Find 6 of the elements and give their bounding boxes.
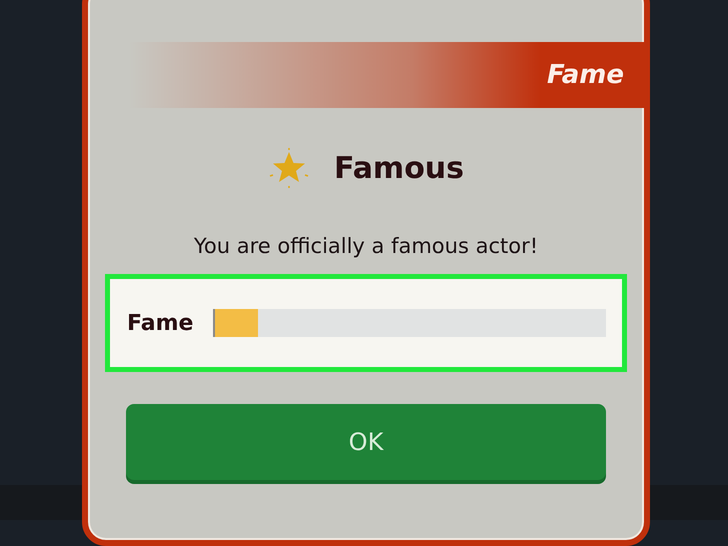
ok-button[interactable]: OK [126,404,606,480]
message-text: You are officially a famous actor! [194,234,538,258]
meter-label: Fame [127,310,194,336]
star-icon [268,148,310,188]
dialog-title: Famous [334,150,464,186]
banner-title: Fame [546,60,624,90]
